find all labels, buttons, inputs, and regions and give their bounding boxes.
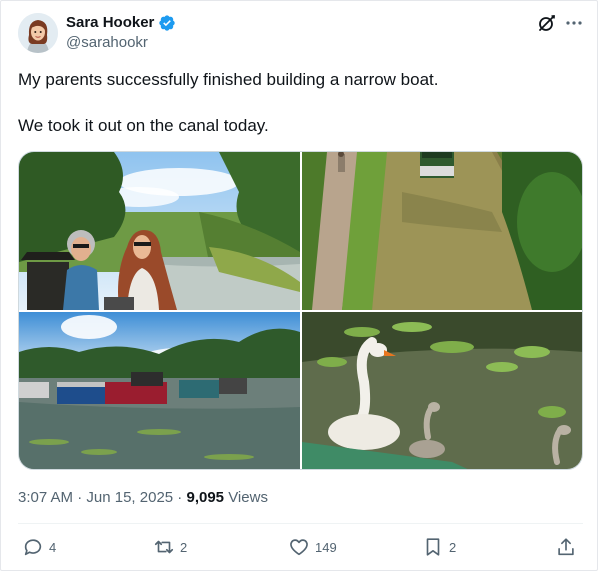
meta-separator-2: · xyxy=(173,489,187,506)
more-icon[interactable] xyxy=(563,13,585,33)
reply-button[interactable]: 4 xyxy=(22,536,56,558)
display-name[interactable]: Sara Hooker xyxy=(66,13,154,33)
repost-button[interactable]: 2 xyxy=(153,536,187,558)
photo-swans-lily-pads[interactable] xyxy=(302,312,582,469)
media-grid xyxy=(18,151,583,470)
views-label: Views xyxy=(224,489,268,506)
photo-two-women-on-boat[interactable] xyxy=(19,152,300,310)
reply-count: 4 xyxy=(49,539,57,555)
views-count[interactable]: 9,095 xyxy=(186,489,224,506)
tweet-date[interactable]: Jun 15, 2025 xyxy=(86,489,173,506)
bookmark-button[interactable]: 2 xyxy=(422,536,456,558)
author-name-row[interactable]: Sara Hooker xyxy=(66,13,176,33)
meta-separator: · xyxy=(73,489,87,506)
cartoon-avatar-icon xyxy=(18,13,58,53)
tweet-time[interactable]: 3:07 AM xyxy=(18,489,73,506)
reply-icon xyxy=(24,539,42,556)
bookmark-count: 2 xyxy=(449,539,457,555)
like-button[interactable]: 149 xyxy=(288,536,337,558)
repost-count: 2 xyxy=(180,539,188,555)
repost-icon xyxy=(154,540,174,554)
user-handle[interactable]: @sarahookr xyxy=(66,34,148,52)
avatar[interactable] xyxy=(18,13,58,53)
heart-icon xyxy=(290,539,308,556)
divider xyxy=(18,523,583,524)
photo-boat-on-canal[interactable] xyxy=(302,152,582,310)
share-icon xyxy=(558,538,574,556)
tweet-metadata: 3:07 AM · Jun 15, 2025 · 9,095 Views xyxy=(18,488,268,508)
tweet-text: My parents successfully finished buildin… xyxy=(18,70,439,135)
grok-icon[interactable] xyxy=(537,13,557,33)
like-count: 149 xyxy=(315,539,337,555)
tweet-card: Sara Hooker @sarahookr My parents succes… xyxy=(0,0,598,571)
action-bar: 4 2 149 2 xyxy=(18,536,583,562)
bookmark-icon xyxy=(426,538,440,556)
share-button[interactable] xyxy=(555,536,577,558)
verified-badge-icon xyxy=(159,15,176,31)
photo-moored-narrowboats[interactable] xyxy=(19,312,300,469)
